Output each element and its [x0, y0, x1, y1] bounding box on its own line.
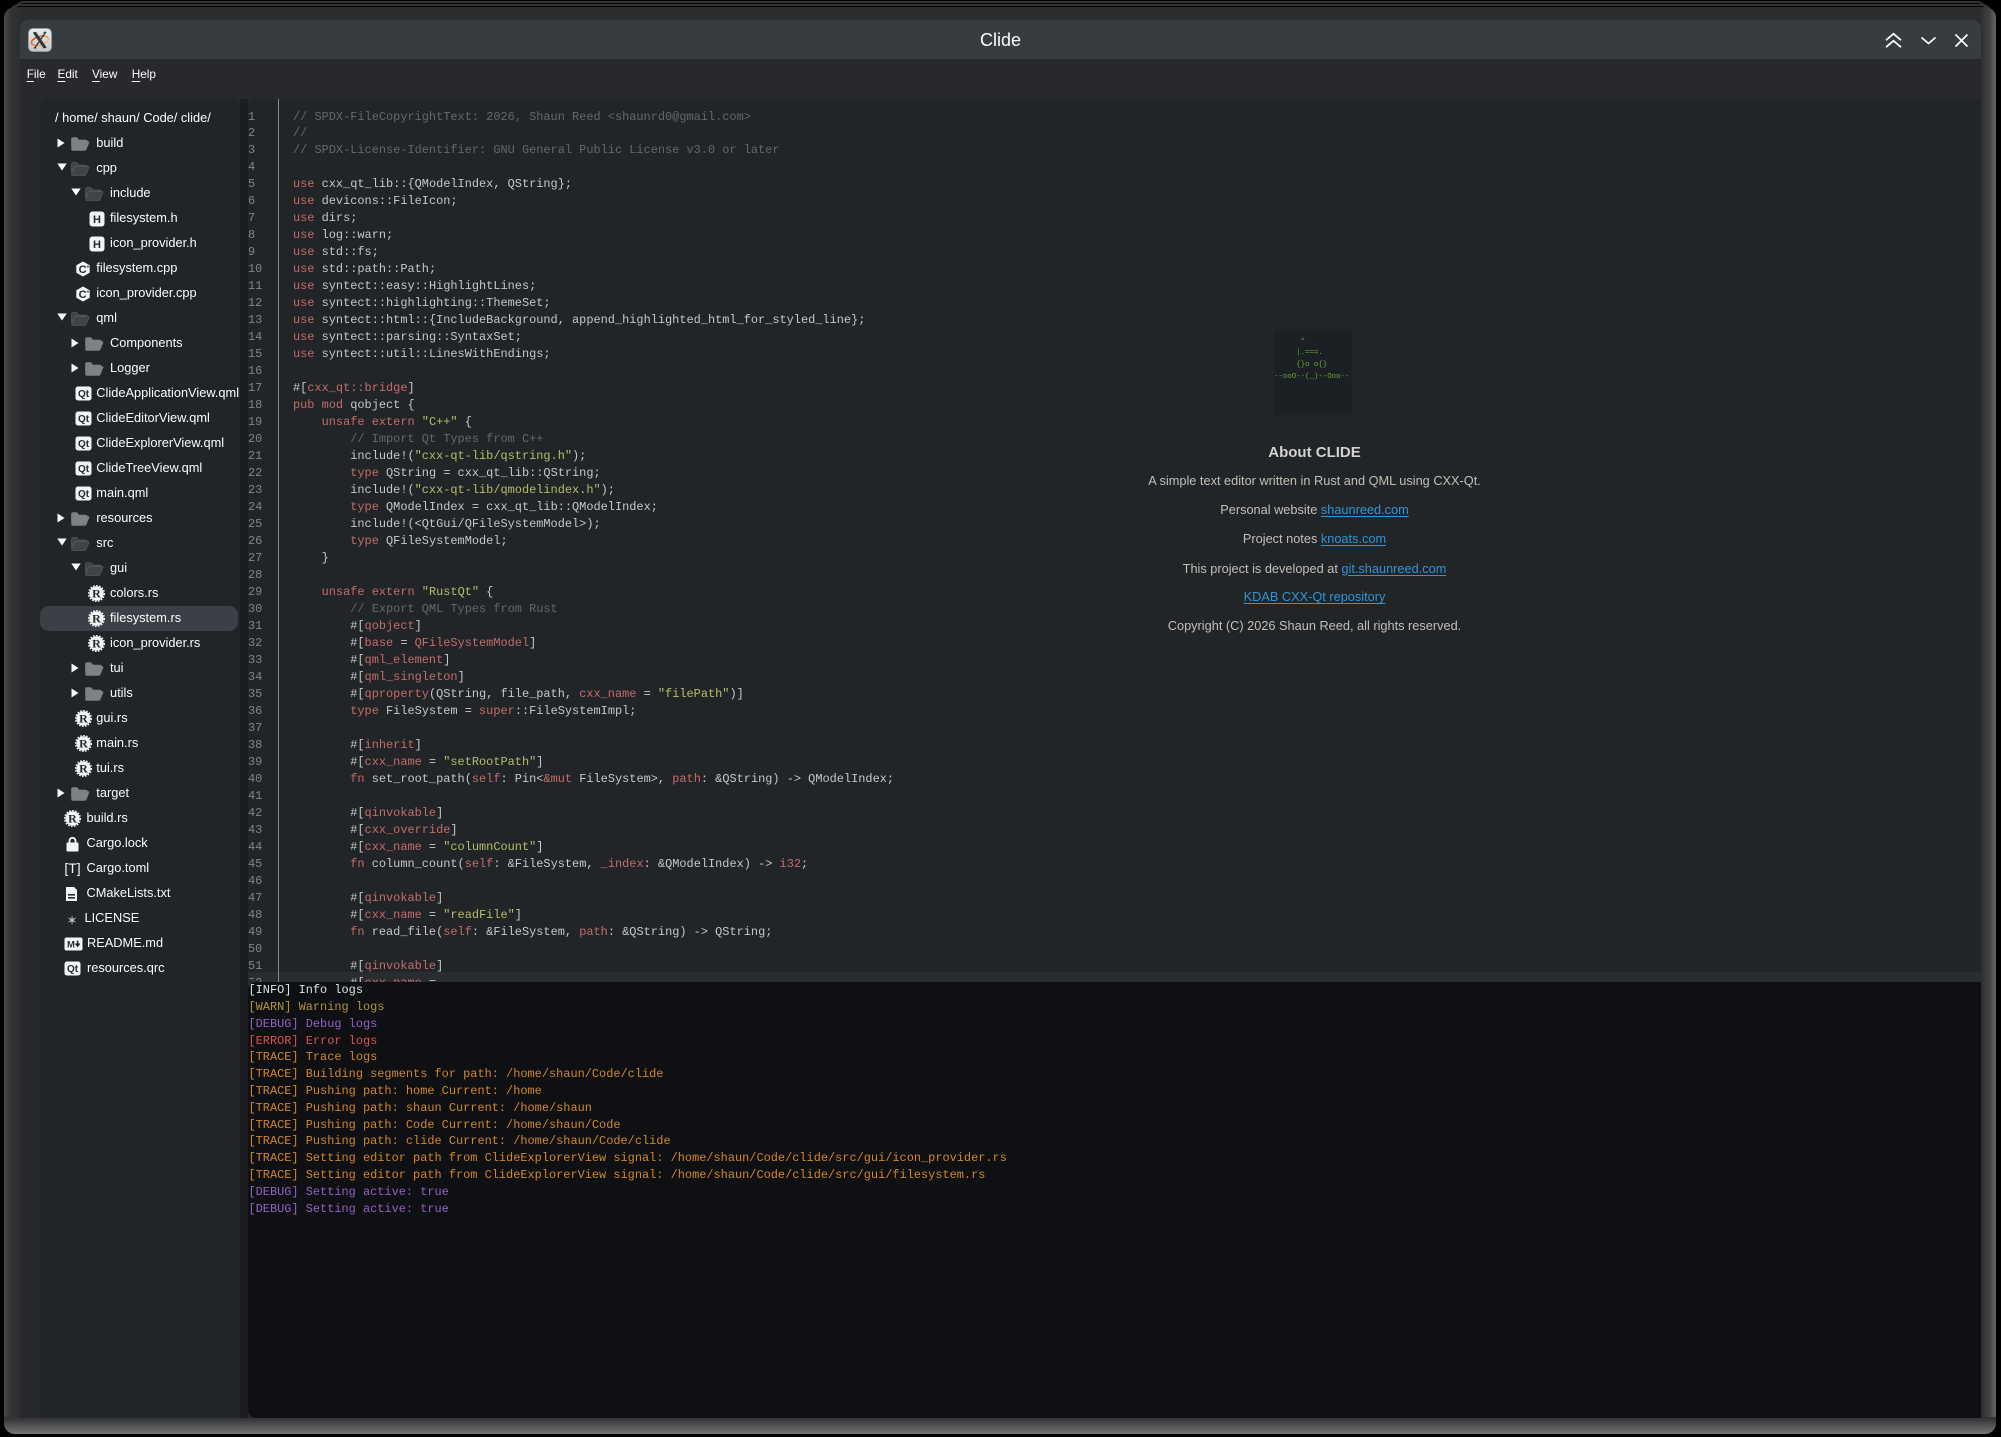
svg-text:R: R [92, 587, 101, 601]
svg-text:H: H [93, 214, 101, 226]
svg-text:Qt: Qt [77, 464, 89, 475]
svg-text:R: R [79, 762, 88, 776]
svg-text:+: + [87, 264, 90, 270]
svg-text:C: C [79, 264, 87, 276]
svg-text:C: C [79, 289, 87, 301]
svg-text:R: R [92, 637, 101, 651]
svg-text:Qt: Qt [77, 439, 89, 450]
svg-text:H: H [93, 239, 101, 251]
svg-text:+: + [87, 289, 90, 295]
svg-text:Qt: Qt [77, 489, 89, 500]
svg-text:R: R [79, 737, 88, 751]
svg-text:M: M [67, 939, 75, 950]
svg-text:Qt: Qt [77, 414, 89, 425]
svg-text:R: R [79, 712, 88, 726]
svg-text:[T]: [T] [64, 861, 80, 876]
svg-text:✶: ✶ [66, 913, 77, 927]
svg-text:R: R [68, 812, 77, 826]
svg-text:Qt: Qt [66, 964, 78, 975]
svg-text:Qt: Qt [77, 389, 89, 400]
svg-text:R: R [92, 612, 101, 626]
